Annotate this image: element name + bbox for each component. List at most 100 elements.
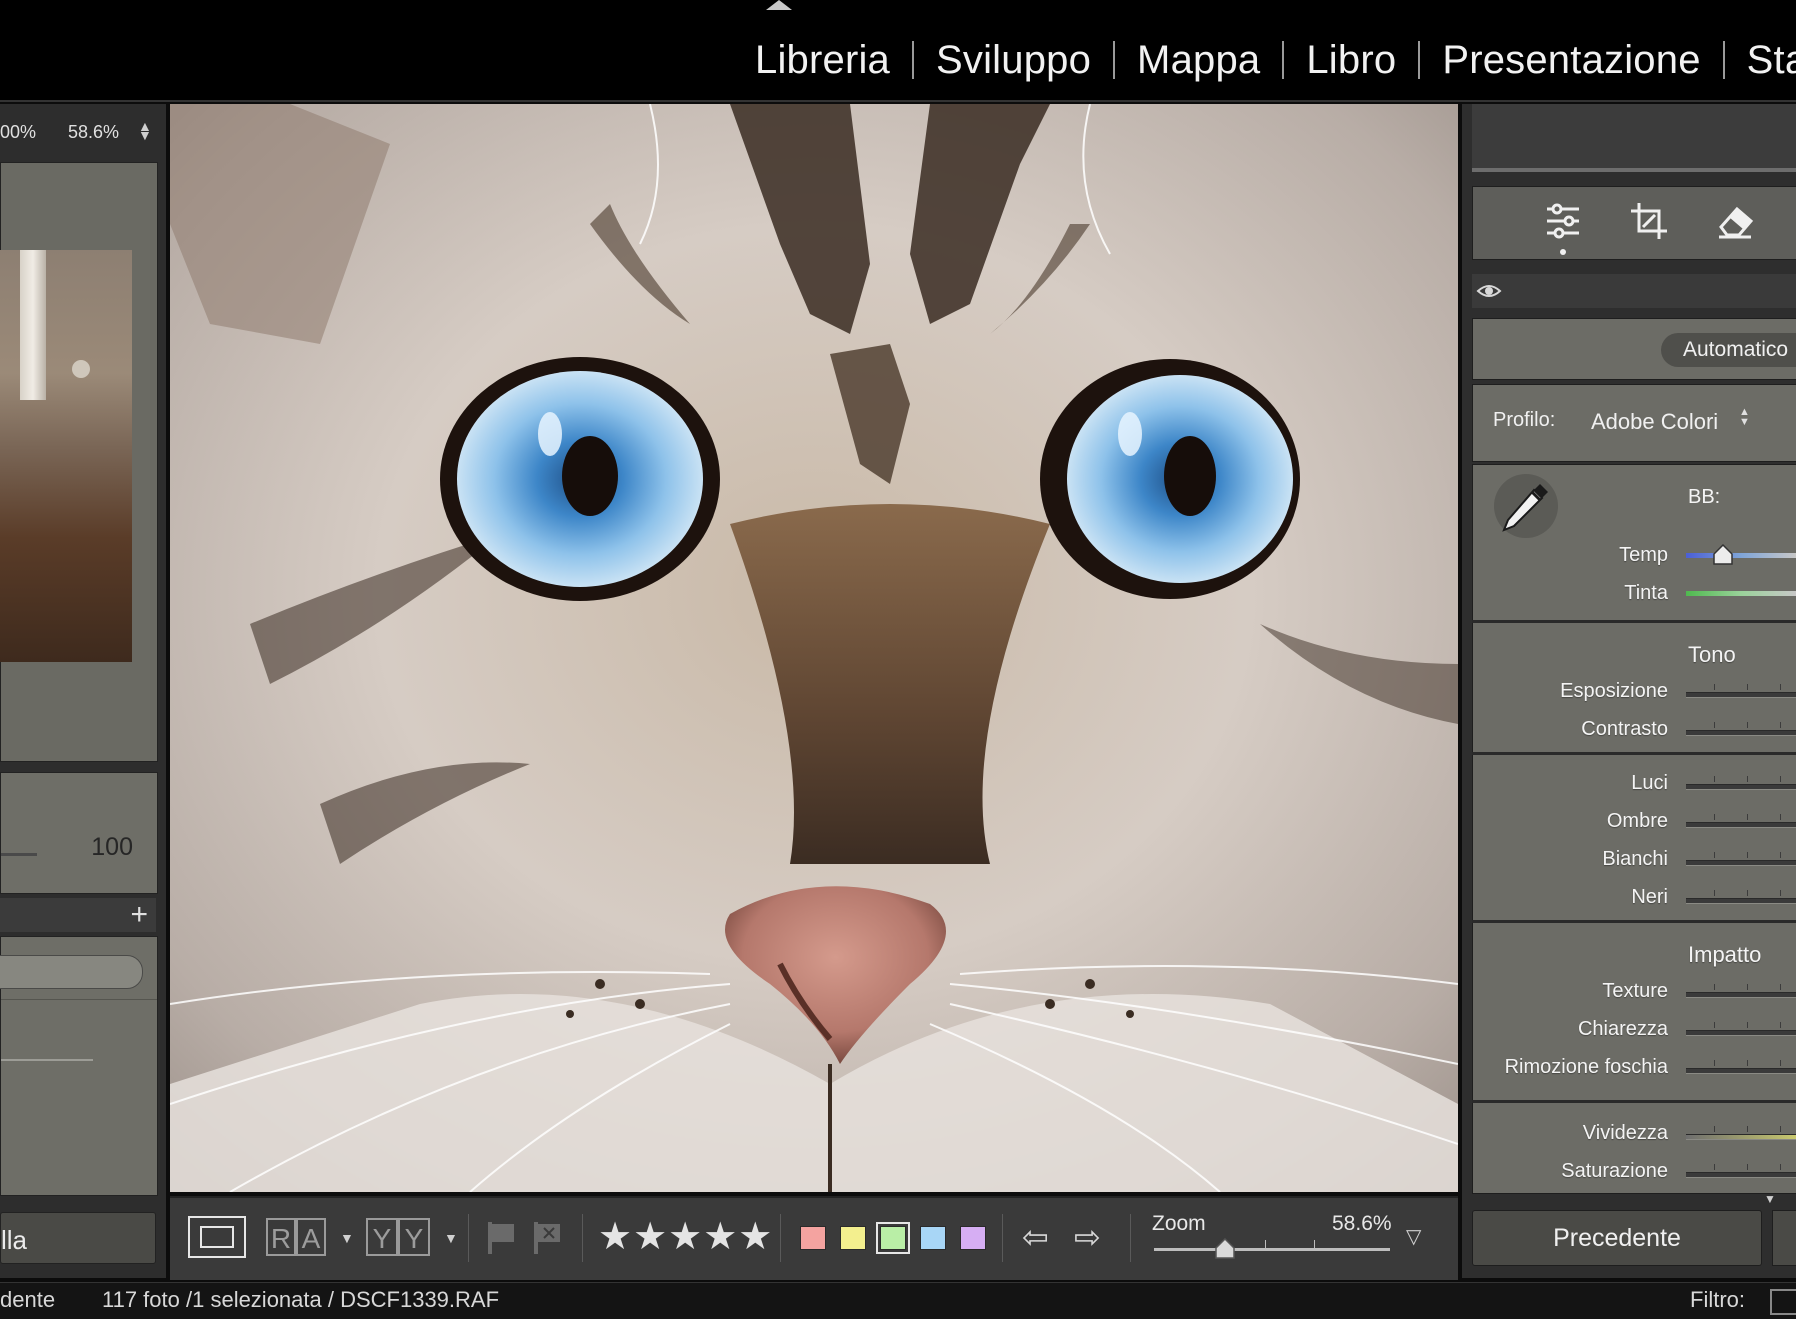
survey-right-icon[interactable]: Y [398,1218,430,1256]
color-label-yellow[interactable] [840,1226,866,1250]
module-slideshow[interactable]: Presentazione [1442,38,1700,83]
left-panel-header: + [0,898,156,932]
slider-tick [1713,1126,1715,1132]
saturazione-slider-ticks [1686,1164,1796,1172]
loupe-view-button[interactable] [188,1216,246,1258]
before-after-left-icon[interactable]: R [266,1218,296,1256]
survey-dropdown-icon[interactable]: ▼ [444,1230,458,1246]
eyedropper-icon [1502,484,1548,532]
reject-flag-icon[interactable] [532,1220,564,1256]
texture-slider-track[interactable] [1686,992,1796,998]
preset-search-field[interactable] [0,955,143,989]
color-label-green[interactable] [876,1222,910,1254]
slider-tick [1779,1164,1781,1170]
zoom-option-current[interactable]: 58.6% [68,122,119,143]
slider-tick [1746,1022,1748,1028]
zoom-label: Zoom [1152,1212,1206,1235]
profile-stepper-icon[interactable]: ▲ ▼ [1739,407,1750,428]
zoom-stepper-icon[interactable]: ▲ ▼ [138,119,152,142]
slider-tick [1779,814,1781,820]
wb-picker-button[interactable] [1494,474,1558,538]
module-library[interactable]: Libreria [755,38,890,83]
auto-button[interactable]: Automatico [1661,333,1796,367]
slider-tick [1713,814,1715,820]
slider-tick [1746,1060,1748,1066]
esposizione-slider-track[interactable] [1686,692,1796,698]
zoom-slider-track[interactable] [1154,1248,1390,1251]
crop-icon[interactable] [1629,201,1669,241]
add-preset-icon[interactable]: + [130,898,148,932]
sliders-icon[interactable] [1543,201,1583,241]
slider-tick [1713,1060,1715,1066]
status-previous-text[interactable]: dente [0,1287,55,1313]
survey-left-icon[interactable]: Y [366,1218,398,1256]
contrasto-slider-track[interactable] [1686,730,1796,736]
navigator-thumbnail[interactable] [0,250,132,662]
tint-slider-track[interactable] [1686,591,1796,596]
left-slider-value[interactable]: 100 [91,833,133,862]
color-label-blue[interactable] [920,1226,946,1250]
temp-slider-thumb[interactable] [1712,544,1734,566]
saturazione-slider-track[interactable] [1686,1172,1796,1178]
temp-slider-track[interactable] [1686,553,1796,558]
bianchi-slider-track[interactable] [1686,860,1796,866]
collapse-top-panel-icon[interactable] [766,0,792,10]
slider-tick [1779,852,1781,858]
ombre-slider-track[interactable] [1686,822,1796,828]
color-label-purple[interactable] [960,1226,986,1250]
module-map[interactable]: Mappa [1137,38,1260,83]
previous-settings-button[interactable]: Precedente [1472,1210,1762,1266]
bianchi-label: Bianchi [1602,848,1668,870]
module-print[interactable]: Sta [1747,38,1796,83]
module-bar: Libreria Sviluppo Mappa Libro Presentazi… [0,0,1796,102]
luci-slider-ticks [1686,776,1796,784]
cat-photo [170,104,1458,1192]
eraser-icon[interactable] [1715,201,1755,241]
before-after-dropdown-icon[interactable]: ▼ [340,1230,354,1246]
slider-tick [1779,890,1781,896]
toolbar-options-icon[interactable]: ▽ [1406,1224,1421,1249]
chiarezza-slider-track[interactable] [1686,1030,1796,1036]
slider-tick [1713,1022,1715,1028]
slider-tick [1746,684,1748,690]
tone-section-title: Tono [1688,642,1736,667]
main-photo-canvas[interactable] [170,104,1458,1192]
module-develop[interactable]: Sviluppo [936,38,1091,83]
slider-tick [1746,814,1748,820]
previous-photo-arrow-icon[interactable]: ⇦ [1022,1218,1049,1256]
navigator-zoom-options: 00% 58.6% ▲ ▼ [0,118,160,148]
before-after-right-icon[interactable]: A [296,1218,326,1256]
module-book[interactable]: Libro [1306,38,1396,83]
star-rating[interactable]: ★★★★★ [598,1214,773,1259]
texture-label: Texture [1602,980,1668,1002]
profile-select[interactable]: Adobe Colori [1591,409,1718,435]
zoom-slider-thumb[interactable] [1214,1238,1236,1260]
esposizione-label: Esposizione [1560,680,1668,702]
ombre-slider-ticks [1686,814,1796,822]
slider-tick [1746,1164,1748,1170]
next-photo-arrow-icon[interactable]: ⇨ [1074,1218,1101,1256]
panel-scroll-arrow-icon[interactable]: ▼ [1764,1192,1776,1206]
color-label-red[interactable] [800,1226,826,1250]
panel-visibility-bar [1472,274,1796,308]
left-slider-track[interactable] [1,853,37,856]
filter-lock-toggle[interactable] [1770,1289,1796,1315]
slider-tick [1713,722,1715,728]
slider-tick [1746,890,1748,896]
eye-icon[interactable] [1476,280,1502,302]
previous-button-label: Precedente [1553,1224,1681,1252]
slider-tick [1713,684,1715,690]
active-tool-indicator [1560,249,1566,255]
luci-slider-track[interactable] [1686,784,1796,790]
pick-flag-icon[interactable] [486,1220,518,1256]
neri-slider-track[interactable] [1686,898,1796,904]
ombre-label: Ombre [1606,810,1668,832]
module-picker: Libreria Sviluppo Mappa Libro Presentazi… [755,32,1796,88]
zoom-option-fit[interactable]: 00% [0,122,36,143]
vividezza-slider-track[interactable] [1686,1134,1796,1140]
rimozione-foschia-slider-track[interactable] [1686,1068,1796,1074]
paste-button[interactable]: lla [0,1212,156,1264]
texture-slider-ticks [1686,984,1796,992]
toolbar-separator [1002,1214,1003,1262]
reset-button[interactable] [1772,1210,1796,1266]
